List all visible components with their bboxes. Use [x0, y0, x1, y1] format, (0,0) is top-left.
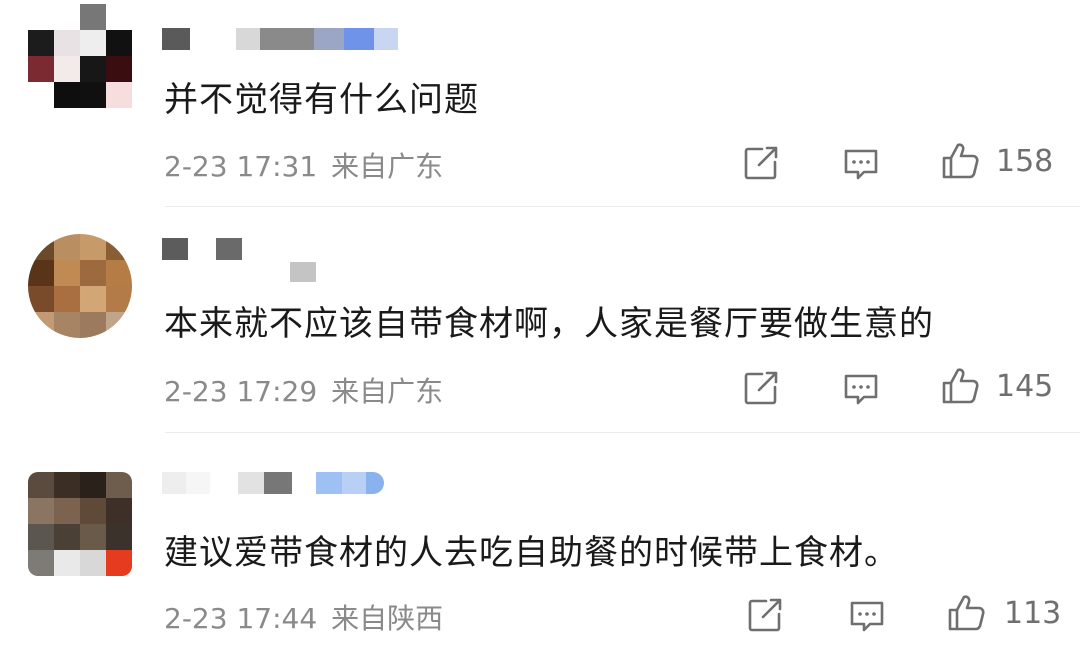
- thumbs-up-icon[interactable]: [940, 141, 980, 181]
- avatar[interactable]: [28, 234, 132, 338]
- avatar[interactable]: [28, 4, 132, 108]
- like-count: 158: [996, 144, 1054, 179]
- comment-meta: 2-23 17:44 来自陕西: [164, 597, 443, 637]
- username-blurred: [290, 262, 316, 282]
- comment-icon[interactable]: [848, 597, 886, 635]
- comment-icon[interactable]: [842, 145, 880, 183]
- thumbs-up-icon[interactable]: [946, 593, 986, 633]
- comment-time: 2-23 17:31: [164, 150, 318, 183]
- comment-icon[interactable]: [842, 370, 880, 408]
- share-icon[interactable]: [746, 596, 784, 634]
- comment-meta: 2-23 17:29 来自广东: [164, 370, 443, 410]
- comment-text: 建议爱带食材的人去吃自助餐的时候带上食材。: [164, 533, 899, 573]
- share-icon[interactable]: [742, 369, 780, 407]
- comment-item: 并不觉得有什么问题 2-23 17:31 来自广东 158: [0, 0, 1080, 206]
- username-blurred[interactable]: [162, 238, 242, 274]
- share-icon[interactable]: [742, 144, 780, 182]
- comment-item: 本来就不应该自带食材啊，人家是餐厅要做生意的 2-23 17:29 来自广东 14…: [0, 206, 1080, 432]
- comment-text: 并不觉得有什么问题: [164, 80, 479, 120]
- thumbs-up-icon[interactable]: [940, 366, 980, 406]
- avatar[interactable]: [28, 472, 132, 576]
- username-blurred[interactable]: [162, 28, 398, 64]
- comment-location: 来自广东: [331, 150, 444, 183]
- comment-location: 来自陕西: [331, 602, 444, 635]
- comment-location: 来自广东: [331, 375, 444, 408]
- like-count: 113: [1004, 596, 1062, 631]
- comment-time: 2-23 17:44: [164, 602, 318, 635]
- comment-meta: 2-23 17:31 来自广东: [164, 145, 443, 185]
- comment-item: 建议爱带食材的人去吃自助餐的时候带上食材。 2-23 17:44 来自陕西 113: [0, 432, 1080, 651]
- comment-text: 本来就不应该自带食材啊，人家是餐厅要做生意的: [164, 304, 934, 344]
- username-blurred[interactable]: [162, 472, 384, 508]
- like-count: 145: [996, 369, 1054, 404]
- comment-time: 2-23 17:29: [164, 375, 318, 408]
